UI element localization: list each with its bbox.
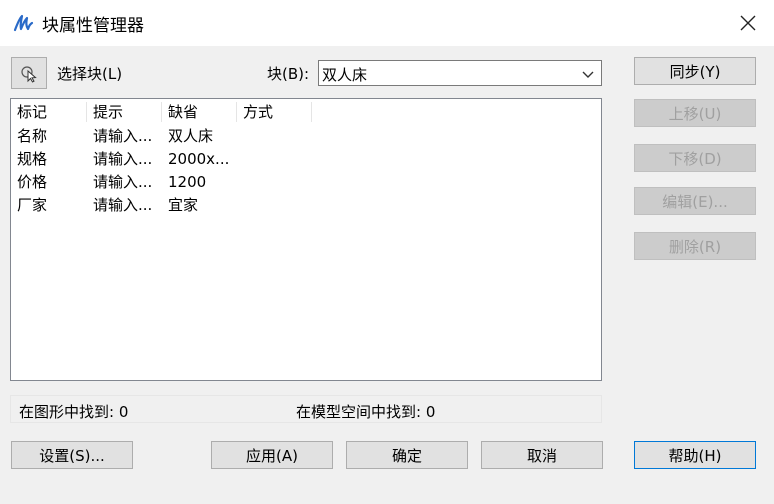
apply-button[interactable]: 应用(A): [211, 441, 333, 469]
cell-default: 宜家: [168, 196, 199, 214]
cell-tag: 厂家: [17, 196, 48, 214]
select-cursor-icon: [21, 66, 37, 83]
move-down-button[interactable]: 下移(D): [634, 144, 756, 172]
cell-prompt: 请输入...: [93, 173, 153, 191]
table-row[interactable]: 厂家 请输入... 宜家: [11, 194, 601, 217]
cell-tag: 规格: [17, 150, 48, 168]
ok-button[interactable]: 确定: [346, 441, 468, 469]
edit-button[interactable]: 编辑(E)...: [634, 187, 756, 215]
table-row[interactable]: 价格 请输入... 1200: [11, 171, 601, 194]
cell-default: 双人床: [168, 127, 214, 145]
select-block-label: 选择块(L): [57, 65, 123, 83]
cell-prompt: 请输入...: [93, 196, 153, 214]
cell-default: 1200: [168, 173, 207, 191]
cell-default: 2000x...: [168, 150, 230, 168]
cancel-button[interactable]: 取消: [481, 441, 603, 469]
cell-mode: [237, 194, 312, 217]
window-title: 块属性管理器: [42, 16, 144, 36]
list-header: 标记 提示 缺省 方式: [11, 99, 601, 125]
sync-button[interactable]: 同步(Y): [634, 57, 756, 85]
block-label: 块(B):: [267, 65, 310, 83]
column-header-prompt[interactable]: 提示: [87, 99, 162, 125]
help-button[interactable]: 帮助(H): [634, 441, 756, 469]
column-header-default[interactable]: 缺省: [162, 99, 237, 125]
cell-mode: [237, 148, 312, 171]
found-in-model-space-text: 在模型空间中找到: 0: [296, 403, 436, 421]
settings-button[interactable]: 设置(S)...: [11, 441, 133, 469]
select-block-button[interactable]: [11, 57, 47, 89]
cell-prompt: 请输入...: [93, 150, 153, 168]
close-icon: [740, 15, 756, 31]
cell-mode: [237, 125, 312, 148]
delete-button[interactable]: 删除(R): [634, 232, 756, 260]
block-select-value: 双人床: [322, 66, 368, 84]
title-bar: 块属性管理器: [0, 0, 774, 46]
found-in-drawing-text: 在图形中找到: 0: [19, 403, 129, 421]
cell-tag: 价格: [17, 173, 48, 191]
cell-prompt: 请输入...: [93, 127, 153, 145]
move-up-button[interactable]: 上移(U): [634, 99, 756, 127]
attribute-list[interactable]: 标记 提示 缺省 方式 名称 请输入... 双人床 规格 请输入... 2000…: [10, 98, 602, 381]
cell-mode: [237, 171, 312, 194]
table-row[interactable]: 规格 请输入... 2000x...: [11, 148, 601, 171]
column-header-mode[interactable]: 方式: [237, 99, 312, 125]
cell-tag: 名称: [17, 127, 48, 145]
status-bar: 在图形中找到: 0 在模型空间中找到: 0: [10, 395, 602, 423]
block-select[interactable]: 双人床: [318, 60, 602, 86]
column-header-tag[interactable]: 标记: [11, 99, 87, 125]
chevron-down-icon: [581, 67, 595, 81]
close-button[interactable]: [736, 11, 760, 35]
table-row[interactable]: 名称 请输入... 双人床: [11, 125, 601, 148]
app-logo-icon: [12, 12, 34, 34]
